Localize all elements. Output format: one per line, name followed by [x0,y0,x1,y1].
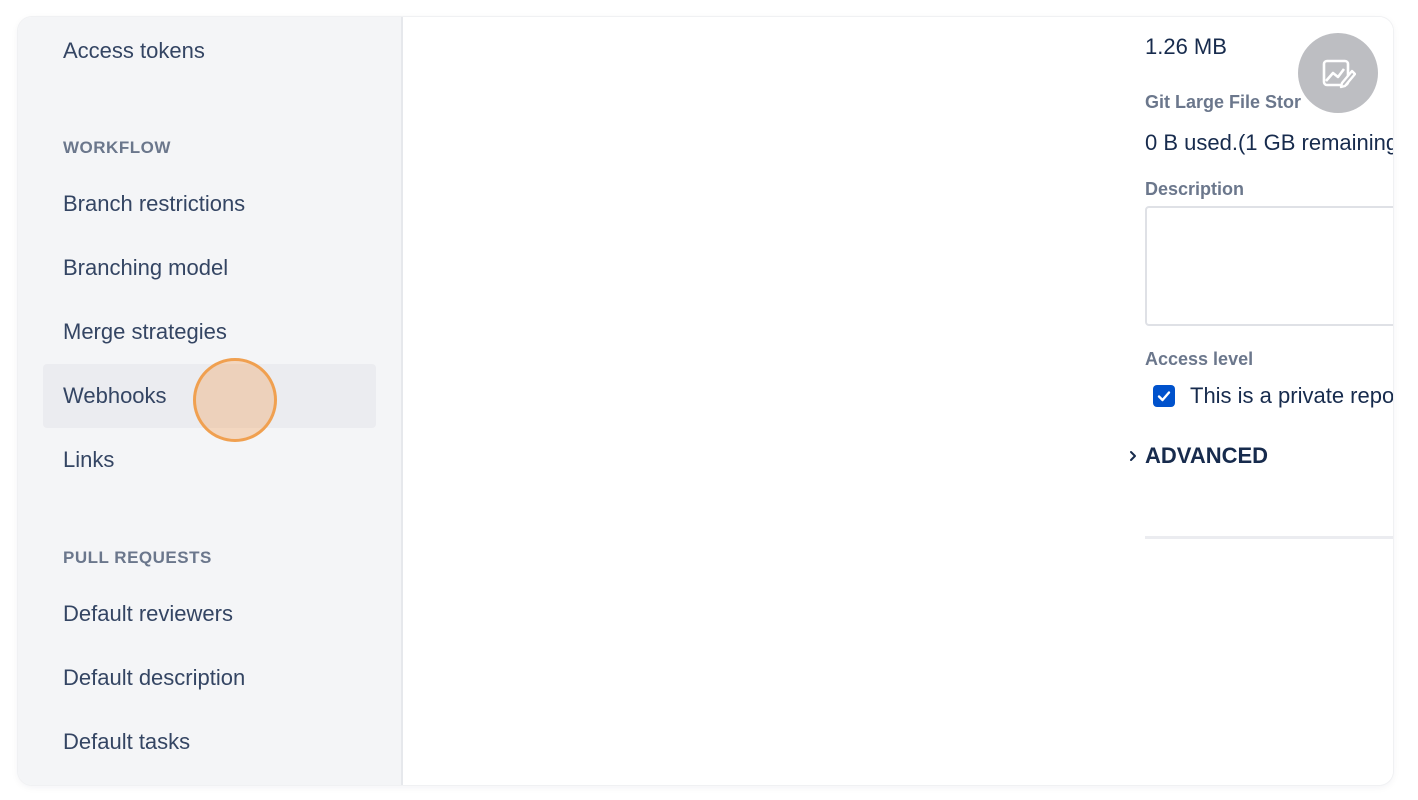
sidebar-item-default-tasks[interactable]: Default tasks [43,710,376,774]
repository-details-panel: 1.26 MB Git Large File Stor 0 B used.(1 … [403,17,1393,785]
sidebar-item-label: Merge strategies [63,319,227,344]
section-heading-pull-requests: PULL REQUESTS [63,548,212,567]
sidebar-item-label: Default tasks [63,729,191,754]
advanced-toggle[interactable]: ADVANCED [1121,443,1268,469]
lfs-label: Git Large File Stor [1145,92,1302,112]
sidebar-item-default-reviewers[interactable]: Default reviewers [43,582,376,646]
sidebar-item-label: Access tokens [63,38,205,63]
sidebar-item-label: Links [63,447,115,472]
private-repo-label: This is a private repo [1190,383,1393,408]
description-label: Description [1145,179,1245,199]
sidebar-item-links[interactable]: Links [43,428,376,492]
sidebar-item-branching-model[interactable]: Branching model [43,236,376,300]
access-level-label: Access level [1145,349,1254,369]
settings-sidebar: Access tokens WORKFLOW Branch restrictio… [18,17,403,785]
sidebar-item-label: Default description [63,665,246,690]
image-edit-button[interactable] [1298,33,1378,113]
sidebar-item-label: Branch restrictions [63,191,246,216]
section-divider [1145,536,1393,539]
sidebar-item-access-tokens[interactable]: Access tokens [43,19,376,83]
sidebar-item-merge-strategies[interactable]: Merge strategies [43,300,376,364]
advanced-label: ADVANCED [1145,443,1269,468]
sidebar-item-label: Webhooks [63,383,167,408]
lfs-usage-value: 0 B used.(1 GB remaining [1145,130,1393,155]
sidebar-item-label: Default reviewers [63,601,233,626]
description-field[interactable] [1145,206,1393,326]
section-heading-workflow: WORKFLOW [63,138,171,157]
sidebar-item-label: Branching model [63,255,229,280]
image-edit-icon [1322,59,1356,89]
private-repo-checkbox[interactable] [1153,385,1175,407]
app-window: Access tokens WORKFLOW Branch restrictio… [18,17,1393,785]
sidebar-item-default-description[interactable]: Default description [43,646,376,710]
checkmark-icon [1157,391,1171,402]
chevron-right-icon [1121,444,1145,468]
cursor-highlight [193,358,277,442]
repository-size-value: 1.26 MB [1145,34,1227,59]
sidebar-item-branch-restrictions[interactable]: Branch restrictions [43,172,376,236]
